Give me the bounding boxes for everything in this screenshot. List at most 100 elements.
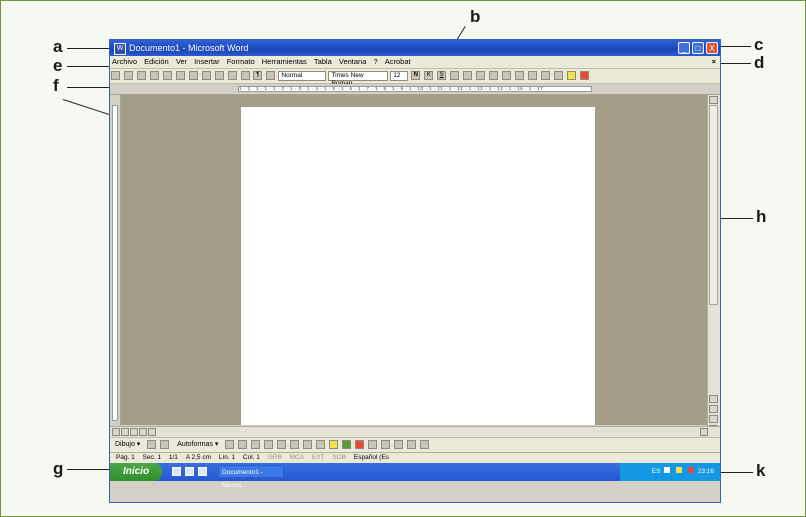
line-icon[interactable] [225, 440, 235, 449]
tray-language[interactable]: ES [652, 468, 661, 475]
borders-icon[interactable] [553, 71, 563, 80]
select-objects-icon[interactable] [147, 440, 157, 449]
quicklaunch-explorer-icon[interactable] [198, 467, 207, 476]
font-color-icon[interactable] [579, 71, 589, 80]
draw-font-color-icon[interactable] [354, 440, 364, 449]
help-icon[interactable] [266, 71, 276, 80]
print-preview-icon[interactable] [175, 71, 185, 80]
menu-edicion[interactable]: Edición [144, 57, 169, 66]
print-icon[interactable] [162, 71, 172, 80]
autoshapes-menu[interactable]: Autoformas ▾ [177, 441, 218, 448]
clipart-icon[interactable] [316, 440, 326, 449]
menu-tabla[interactable]: Tabla [314, 57, 332, 66]
normal-view-icon[interactable] [112, 428, 120, 436]
vertical-scrollbar[interactable] [707, 95, 720, 435]
3d-icon[interactable] [419, 440, 429, 449]
wordart-icon[interactable] [290, 440, 300, 449]
redo-icon[interactable] [240, 71, 250, 80]
copy-icon[interactable] [201, 71, 211, 80]
minimize-button[interactable]: _ [678, 42, 690, 54]
horizontal-scrollbar[interactable] [110, 426, 720, 437]
print-view-icon[interactable] [130, 428, 138, 436]
scroll-thumb[interactable] [709, 105, 718, 305]
tray-network-icon[interactable] [664, 467, 671, 473]
status-trk[interactable]: MCA [290, 453, 304, 463]
scroll-left-icon[interactable] [148, 428, 156, 436]
previous-page-icon[interactable] [709, 405, 718, 413]
save-icon[interactable] [136, 71, 146, 80]
menu-acrobat[interactable]: Acrobat [385, 57, 411, 66]
new-document-icon[interactable] [111, 71, 120, 80]
menu-ver[interactable]: Ver [176, 57, 187, 66]
tray-security-icon[interactable] [676, 467, 683, 473]
text-box-icon[interactable] [277, 440, 287, 449]
document-page[interactable] [241, 107, 595, 425]
status-at: A 2,5 cm [185, 454, 212, 461]
menu-herramientas[interactable]: Herramientas [262, 57, 307, 66]
open-folder-icon[interactable] [123, 71, 133, 80]
menu-insertar[interactable]: Insertar [194, 57, 219, 66]
dash-style-icon[interactable] [380, 440, 390, 449]
bullets-icon[interactable] [514, 71, 524, 80]
line-color-icon[interactable] [341, 440, 351, 449]
status-rec[interactable]: GRB [268, 453, 282, 463]
document-close-icon[interactable]: × [712, 56, 716, 68]
status-ext[interactable]: EXT [312, 453, 325, 463]
taskbar-word-item[interactable]: Documento1 - Micros... [218, 465, 284, 489]
quicklaunch-desktop-icon[interactable] [185, 467, 194, 476]
browse-object-icon[interactable] [709, 415, 718, 423]
highlight-icon[interactable] [566, 71, 576, 80]
scroll-up-icon[interactable] [709, 96, 718, 104]
callout-line-g [67, 469, 111, 470]
quicklaunch-ie-icon[interactable] [172, 467, 181, 476]
font-dropdown[interactable]: Times New Roman [328, 71, 389, 87]
underline-button[interactable]: S [437, 71, 447, 80]
cut-icon[interactable] [188, 71, 198, 80]
style-dropdown[interactable]: Normal [278, 71, 327, 81]
word-app-icon[interactable]: W [114, 43, 126, 55]
status-language[interactable]: Español (Es [354, 453, 389, 463]
undo-icon[interactable] [227, 71, 237, 80]
horizontal-ruler[interactable]: 1 · 2 · 1 · 1 · 1 · 2 · 1 · 3 · 1 · 4 · … [110, 84, 720, 95]
shadow-icon[interactable] [406, 440, 416, 449]
increase-indent-icon[interactable] [540, 71, 550, 80]
windows-taskbar: Inicio Documento1 - Micros... ES 23:16 [110, 463, 720, 489]
permission-icon[interactable] [149, 71, 159, 80]
title-bar[interactable]: W Documento1 - Microsoft Word _ □ X [110, 40, 720, 56]
arrow-style-icon[interactable] [393, 440, 403, 449]
align-center-icon[interactable] [463, 71, 473, 80]
system-tray: ES 23:16 [620, 463, 720, 481]
menu-archivo[interactable]: Archivo [112, 57, 137, 66]
menu-formato[interactable]: Formato [227, 57, 255, 66]
rotate-icon[interactable] [160, 440, 170, 449]
start-button[interactable]: Inicio [110, 463, 162, 481]
fill-color-icon[interactable] [329, 440, 339, 449]
oval-icon[interactable] [264, 440, 274, 449]
align-left-icon[interactable] [450, 71, 460, 80]
show-paragraph-icon[interactable]: ¶ [253, 71, 263, 80]
scroll-down-icon[interactable] [709, 395, 718, 403]
font-size-dropdown[interactable]: 12 [390, 71, 409, 81]
justify-icon[interactable] [488, 71, 498, 80]
numbering-icon[interactable] [501, 71, 511, 80]
maximize-button[interactable]: □ [692, 42, 704, 54]
italic-button[interactable]: K [424, 71, 434, 80]
outline-view-icon[interactable] [139, 428, 147, 436]
line-style-icon[interactable] [367, 440, 377, 449]
bold-button[interactable]: N [411, 71, 421, 80]
scroll-right-icon[interactable] [700, 428, 708, 436]
menu-ventana[interactable]: Ventana [339, 57, 367, 66]
vertical-ruler[interactable] [110, 95, 121, 425]
web-view-icon[interactable] [121, 428, 129, 436]
rectangle-icon[interactable] [251, 440, 261, 449]
status-ovr[interactable]: SOB [332, 453, 346, 463]
arrow-icon[interactable] [238, 440, 248, 449]
diagram-icon[interactable] [303, 440, 313, 449]
tray-antivirus-icon[interactable] [687, 467, 694, 473]
draw-menu[interactable]: Dibujo ▾ [115, 441, 140, 448]
menu-help[interactable]: ? [374, 57, 378, 66]
align-right-icon[interactable] [476, 71, 486, 80]
decrease-indent-icon[interactable] [527, 71, 537, 80]
paste-icon[interactable] [214, 71, 224, 80]
close-button[interactable]: X [706, 42, 718, 54]
